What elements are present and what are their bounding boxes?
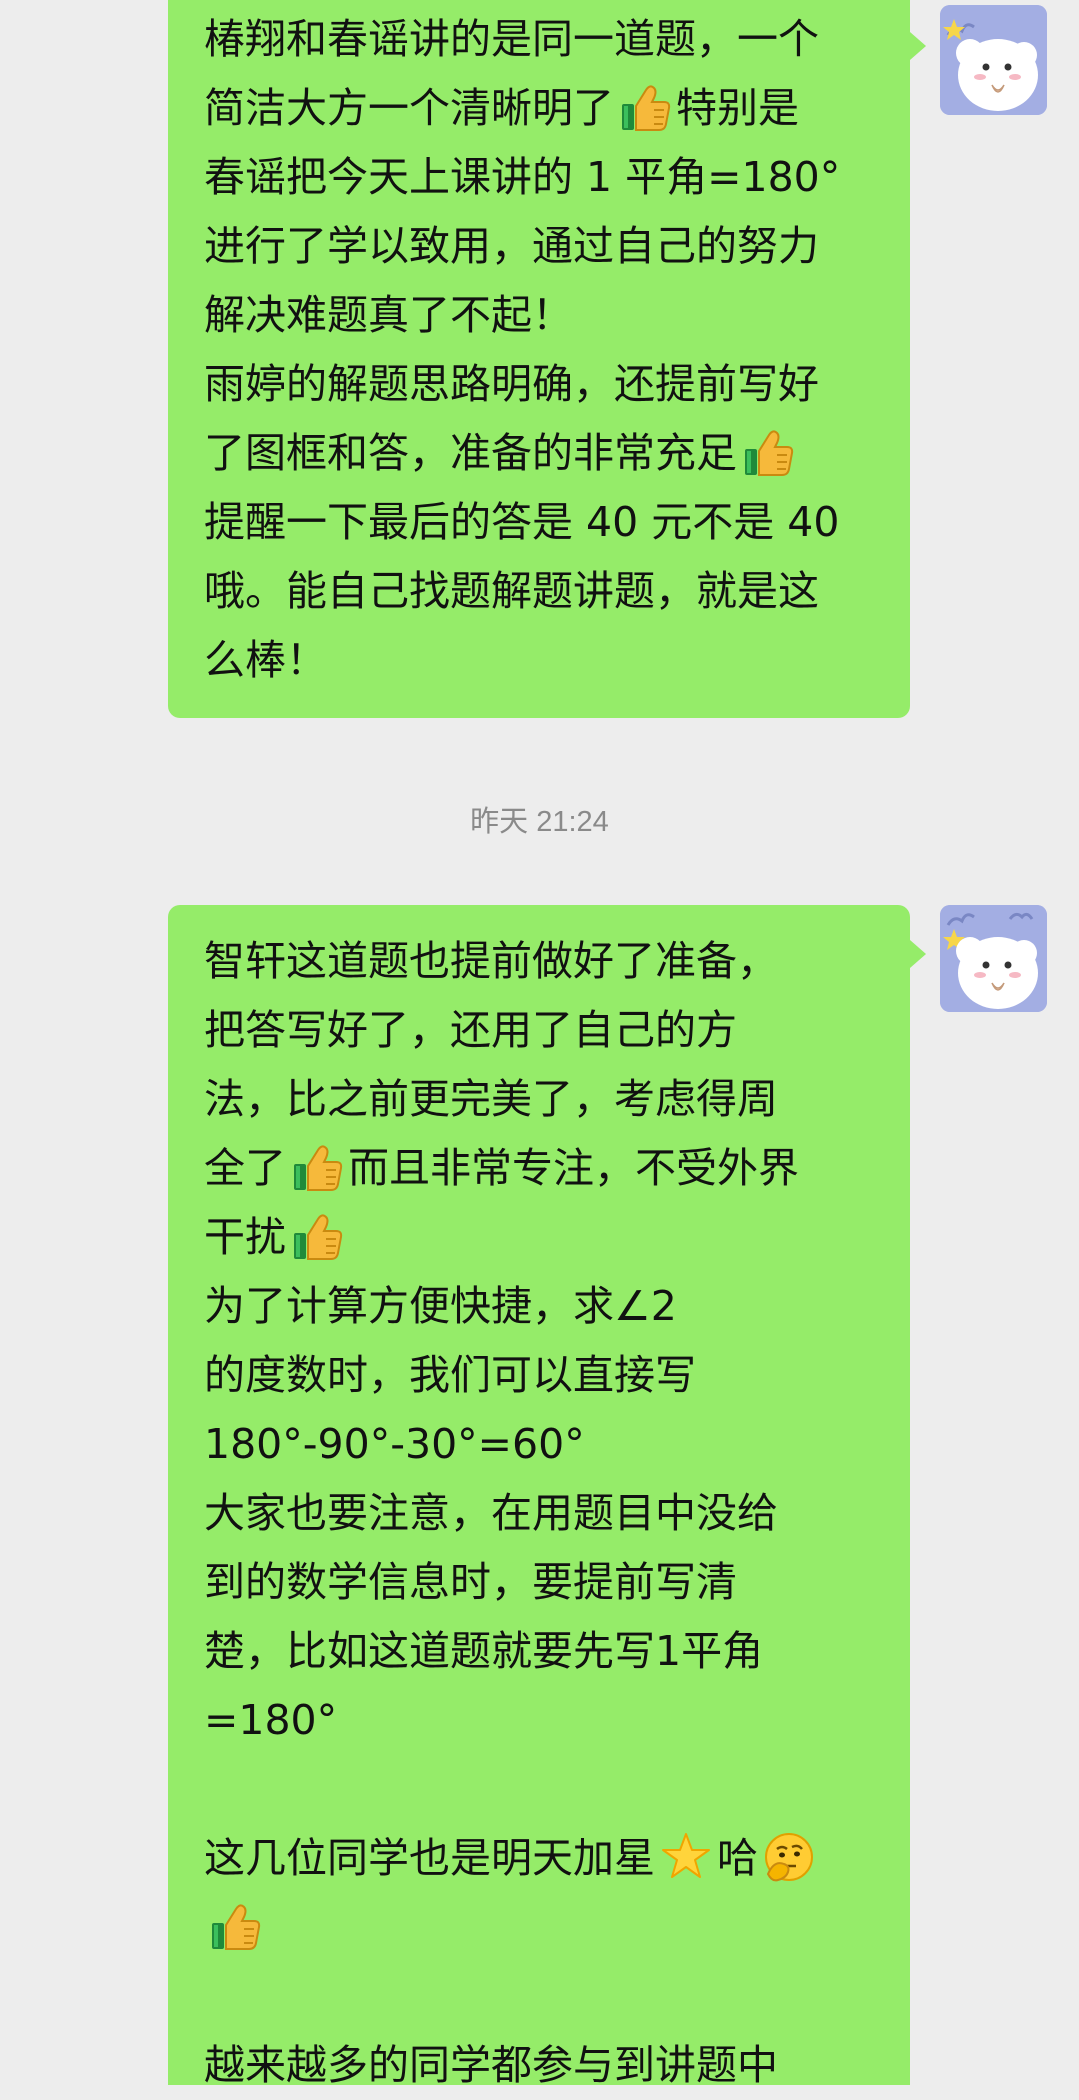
message-line: 越来越多的同学都参与到讲题中	[204, 2041, 778, 2089]
thumbs-up-icon	[290, 1209, 344, 1263]
message-line: 么棒！	[204, 636, 327, 684]
message-line: 智轩这道题也提前做好了准备，	[204, 937, 778, 985]
message-line: 椿翔和春谣讲的是同一道题，一个	[204, 15, 819, 63]
message-line: 把答写好了，还用了自己的方	[204, 1006, 737, 1054]
message-line: 大家也要注意，在用题目中没给	[204, 1489, 778, 1537]
message-line: 解决难题真了不起！	[204, 291, 573, 339]
message-line: 到的数学信息时，要提前写清	[204, 1558, 737, 1606]
message-line: 进行了学以致用，通过自己的努力	[204, 222, 819, 270]
message-text-segment: 全了	[204, 1144, 286, 1192]
message-line: 法，比之前更完美了，考虑得周	[204, 1075, 778, 1123]
message-bubble-2[interactable]: 智轩这道题也提前做好了准备， 把答写好了，还用了自己的方 法，比之前更完美了，考虑得…	[168, 905, 910, 2089]
message-line: 为了计算方便快捷，求∠2	[204, 1282, 677, 1330]
message-line: 全了 而且非常专注，不受外界	[204, 1134, 876, 1203]
message-text-segment: 哈	[717, 1834, 758, 1882]
avatar[interactable]	[940, 5, 1047, 115]
message-line: 了图框和答，准备的非常充足	[204, 419, 876, 488]
bubble-tail	[910, 940, 926, 968]
message-line: =180°	[204, 1696, 338, 1744]
message-text-segment: 特别是	[676, 84, 799, 132]
message-line: 提醒一下最后的答是 40 元不是 40	[204, 498, 840, 546]
thumbs-up-icon	[618, 80, 672, 134]
message-line: 哦。能自己找题解题讲题，就是这	[204, 567, 819, 615]
message-text: 椿翔和春谣讲的是同一道题，一个 简洁大方一个清晰明了 特别是春谣把今天上课讲的 1 …	[204, 5, 876, 695]
message-line: 180°-90°-30°=60°	[204, 1420, 585, 1468]
message-line: 干扰	[204, 1203, 876, 1272]
thinking-face-icon	[762, 1830, 816, 1884]
message-text: 智轩这道题也提前做好了准备， 把答写好了，还用了自己的方 法，比之前更完美了，考虑得…	[204, 927, 876, 2100]
message-line: 这几位同学也是明天加星 哈	[204, 1824, 876, 1893]
thumbs-up-icon	[208, 1899, 262, 1953]
message-text-segment: 了图框和答，准备的非常充足	[204, 429, 737, 477]
thumbs-up-icon	[290, 1140, 344, 1194]
thumbs-up-icon	[741, 425, 795, 479]
message-line: 雨婷的解题思路明确，还提前写好	[204, 360, 819, 408]
message-line: 春谣把今天上课讲的 1 平角=180°	[204, 153, 841, 201]
message-text-segment: 这几位同学也是明天加星	[204, 1834, 655, 1882]
avatar[interactable]	[940, 905, 1047, 1012]
message-line	[204, 1893, 876, 1962]
bubble-tail	[910, 32, 926, 60]
message-text-segment: 简洁大方一个清晰明了	[204, 84, 614, 132]
star-icon	[659, 1830, 713, 1884]
message-line: 简洁大方一个清晰明了 特别是	[204, 74, 876, 143]
message-text-segment: 而且非常专注，不受外界	[348, 1144, 799, 1192]
message-line: 楚，比如这道题就要先写1平角	[204, 1627, 764, 1675]
message-line: 的度数时，我们可以直接写	[204, 1351, 696, 1399]
message-bubble-1[interactable]: 椿翔和春谣讲的是同一道题，一个 简洁大方一个清晰明了 特别是春谣把今天上课讲的 1 …	[168, 0, 910, 718]
message-text-segment: 干扰	[204, 1213, 286, 1261]
timestamp: 昨天 21:24	[470, 806, 609, 838]
